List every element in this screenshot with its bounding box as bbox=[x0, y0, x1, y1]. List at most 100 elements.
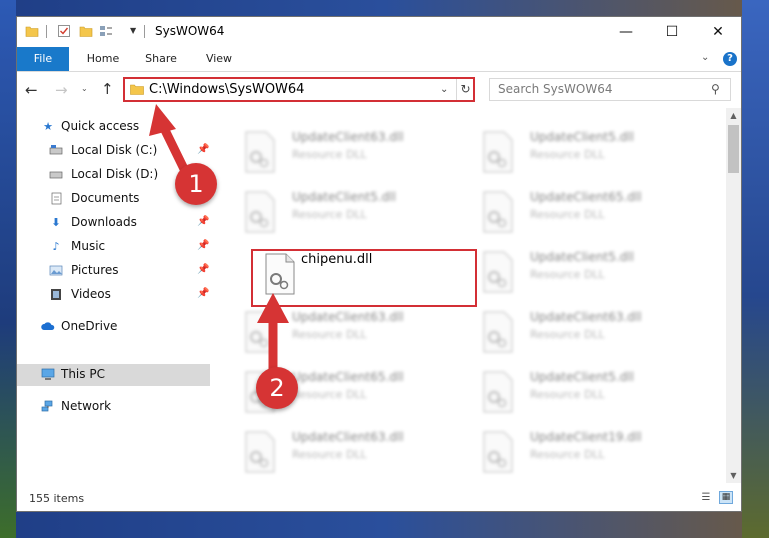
tab-share[interactable]: Share bbox=[135, 47, 187, 71]
file-type: Resource DLL bbox=[530, 388, 605, 401]
pin-icon[interactable]: 📌 bbox=[197, 240, 209, 251]
file-name: UpdateClient65.dll bbox=[530, 190, 642, 204]
sidebar-item-this-pc[interactable]: This PC bbox=[17, 364, 210, 386]
file-name: UpdateClient63.dll bbox=[530, 310, 642, 324]
new-folder-icon[interactable] bbox=[79, 24, 93, 38]
file-item[interactable]: UpdateClient63.dll Resource DLL bbox=[234, 308, 464, 362]
tiles-view-icon[interactable]: ▦ bbox=[719, 491, 733, 504]
file-item[interactable]: UpdateClient63.dll Resource DLL bbox=[472, 308, 702, 362]
scroll-thumb[interactable] bbox=[728, 125, 739, 173]
file-type: Resource DLL bbox=[292, 208, 367, 221]
pin-icon[interactable]: 📌 bbox=[197, 144, 209, 155]
tab-home[interactable]: Home bbox=[77, 47, 129, 71]
sidebar-item-onedrive[interactable]: OneDrive bbox=[17, 316, 210, 338]
expand-ribbon-icon[interactable]: ⌄ bbox=[701, 52, 709, 63]
vertical-scrollbar[interactable]: ▲ ▼ bbox=[726, 108, 741, 483]
navigation-bar: ← → ⌄ ↑ C:\Windows\SysWOW64 ⌄ ↻ Search S… bbox=[17, 72, 741, 108]
tab-file[interactable]: File bbox=[17, 47, 69, 71]
sidebar-item-network[interactable]: Network bbox=[17, 396, 210, 418]
pin-icon[interactable]: 📌 bbox=[197, 288, 209, 299]
step-2-badge: 2 bbox=[256, 367, 298, 409]
sidebar-item-label: Music bbox=[71, 239, 106, 253]
file-item[interactable]: UpdateClient65.dll Resource DLL bbox=[472, 188, 702, 242]
folder-icon bbox=[130, 84, 144, 95]
step-1-badge: 1 bbox=[175, 163, 217, 205]
file-type: Resource DLL bbox=[530, 148, 605, 161]
network-icon bbox=[41, 400, 53, 412]
music-icon: ♪ bbox=[52, 240, 60, 253]
sidebar-item-local-disk-c[interactable]: Local Disk (C:) 📌 bbox=[17, 140, 210, 162]
refresh-icon[interactable]: ↻ bbox=[456, 79, 474, 100]
help-icon[interactable]: ? bbox=[723, 52, 737, 66]
search-icon[interactable]: ⚲ bbox=[711, 82, 720, 96]
file-item[interactable]: UpdateClient63.dll Resource DLL bbox=[234, 128, 464, 182]
toolbar-separator bbox=[46, 25, 47, 38]
folder-icon[interactable] bbox=[25, 24, 39, 38]
file-name: UpdateClient5.dll bbox=[530, 370, 634, 384]
file-item[interactable]: UpdateClient5.dll Resource DLL bbox=[472, 248, 702, 302]
file-item[interactable]: UpdateClient19.dll Resource DLL bbox=[472, 428, 702, 482]
view-icon[interactable] bbox=[99, 24, 113, 38]
dll-file-icon bbox=[483, 131, 513, 173]
file-type: Resource DLL bbox=[292, 448, 367, 461]
dll-file-icon bbox=[245, 191, 275, 233]
address-dropdown-icon[interactable]: ⌄ bbox=[440, 84, 448, 95]
file-item[interactable]: UpdateClient5.dll Resource DLL bbox=[472, 368, 702, 422]
search-input[interactable]: Search SysWOW64 ⚲ bbox=[489, 78, 731, 101]
properties-icon[interactable] bbox=[57, 24, 71, 38]
forward-arrow-icon[interactable]: → bbox=[55, 81, 68, 99]
file-type: Resource DLL bbox=[530, 448, 605, 461]
tab-view[interactable]: View bbox=[193, 47, 245, 71]
search-placeholder: Search SysWOW64 bbox=[498, 82, 613, 96]
back-arrow-icon[interactable]: ← bbox=[25, 81, 38, 99]
dll-file-icon bbox=[483, 191, 513, 233]
sidebar-item-downloads[interactable]: ⬇ Downloads 📌 bbox=[17, 212, 210, 234]
minimize-button[interactable]: — bbox=[603, 17, 649, 47]
file-type: Resource DLL bbox=[292, 148, 367, 161]
file-item[interactable]: UpdateClient5.dll Resource DLL bbox=[472, 128, 702, 182]
file-item[interactable]: UpdateClient5.dll Resource DLL bbox=[234, 188, 464, 242]
sidebar-item-quick-access[interactable]: ★ Quick access bbox=[17, 116, 210, 138]
pin-icon[interactable]: 📌 bbox=[197, 216, 209, 227]
scroll-up-icon[interactable]: ▲ bbox=[726, 108, 741, 123]
documents-icon bbox=[51, 192, 62, 205]
cloud-icon bbox=[41, 322, 55, 330]
address-bar[interactable]: C:\Windows\SysWOW64 ⌄ ↻ bbox=[123, 77, 475, 102]
file-name: UpdateClient63.dll bbox=[292, 430, 404, 444]
file-name: UpdateClient63.dll bbox=[292, 310, 404, 324]
recent-locations-icon[interactable]: ⌄ bbox=[81, 84, 88, 93]
details-view-icon[interactable]: ☰ bbox=[699, 492, 713, 504]
sidebar-item-label: Documents bbox=[71, 191, 140, 205]
title-bar: ▼ SysWOW64 — ☐ ✕ bbox=[17, 17, 741, 47]
sidebar-item-videos[interactable]: Videos 📌 bbox=[17, 284, 210, 306]
file-name: UpdateClient5.dll bbox=[530, 250, 634, 264]
file-type: Resource DLL bbox=[530, 268, 605, 281]
file-name: UpdateClient5.dll bbox=[292, 190, 396, 204]
sidebar-item-pictures[interactable]: Pictures 📌 bbox=[17, 260, 210, 282]
pin-icon[interactable]: 📌 bbox=[197, 264, 209, 275]
file-name: UpdateClient19.dll bbox=[530, 430, 642, 444]
customize-dropdown-icon[interactable]: ▼ bbox=[130, 26, 136, 35]
address-path[interactable]: C:\Windows\SysWOW64 bbox=[149, 82, 304, 97]
dll-file-icon bbox=[483, 431, 513, 473]
sidebar-item-label: Local Disk (D:) bbox=[71, 167, 159, 181]
scroll-down-icon[interactable]: ▼ bbox=[726, 468, 741, 483]
file-name: UpdateClient65.dll bbox=[292, 370, 404, 384]
sidebar-item-label: Pictures bbox=[71, 263, 119, 277]
file-name: UpdateClient63.dll bbox=[292, 130, 404, 144]
toolbar-separator bbox=[144, 25, 145, 38]
file-list: UpdateClient63.dll Resource DLL UpdateCl… bbox=[214, 108, 724, 483]
sidebar-item-music[interactable]: ♪ Music 📌 bbox=[17, 236, 210, 258]
maximize-button[interactable]: ☐ bbox=[649, 17, 695, 47]
sidebar-item-label: Videos bbox=[71, 287, 111, 301]
file-item[interactable]: UpdateClient63.dll Resource DLL bbox=[234, 428, 464, 482]
desktop-wallpaper-left bbox=[0, 0, 16, 538]
file-type: Resource DLL bbox=[530, 328, 605, 341]
dll-file-icon bbox=[483, 311, 513, 353]
navigation-pane: ★ Quick access Local Disk (C:) 📌 Local D… bbox=[17, 108, 210, 483]
up-arrow-icon[interactable]: ↑ bbox=[101, 80, 114, 98]
close-button[interactable]: ✕ bbox=[695, 17, 741, 47]
computer-icon bbox=[41, 368, 55, 380]
ribbon-tabs: File Home Share View ⌄ ? bbox=[17, 47, 741, 72]
file-type: Resource DLL bbox=[292, 388, 367, 401]
